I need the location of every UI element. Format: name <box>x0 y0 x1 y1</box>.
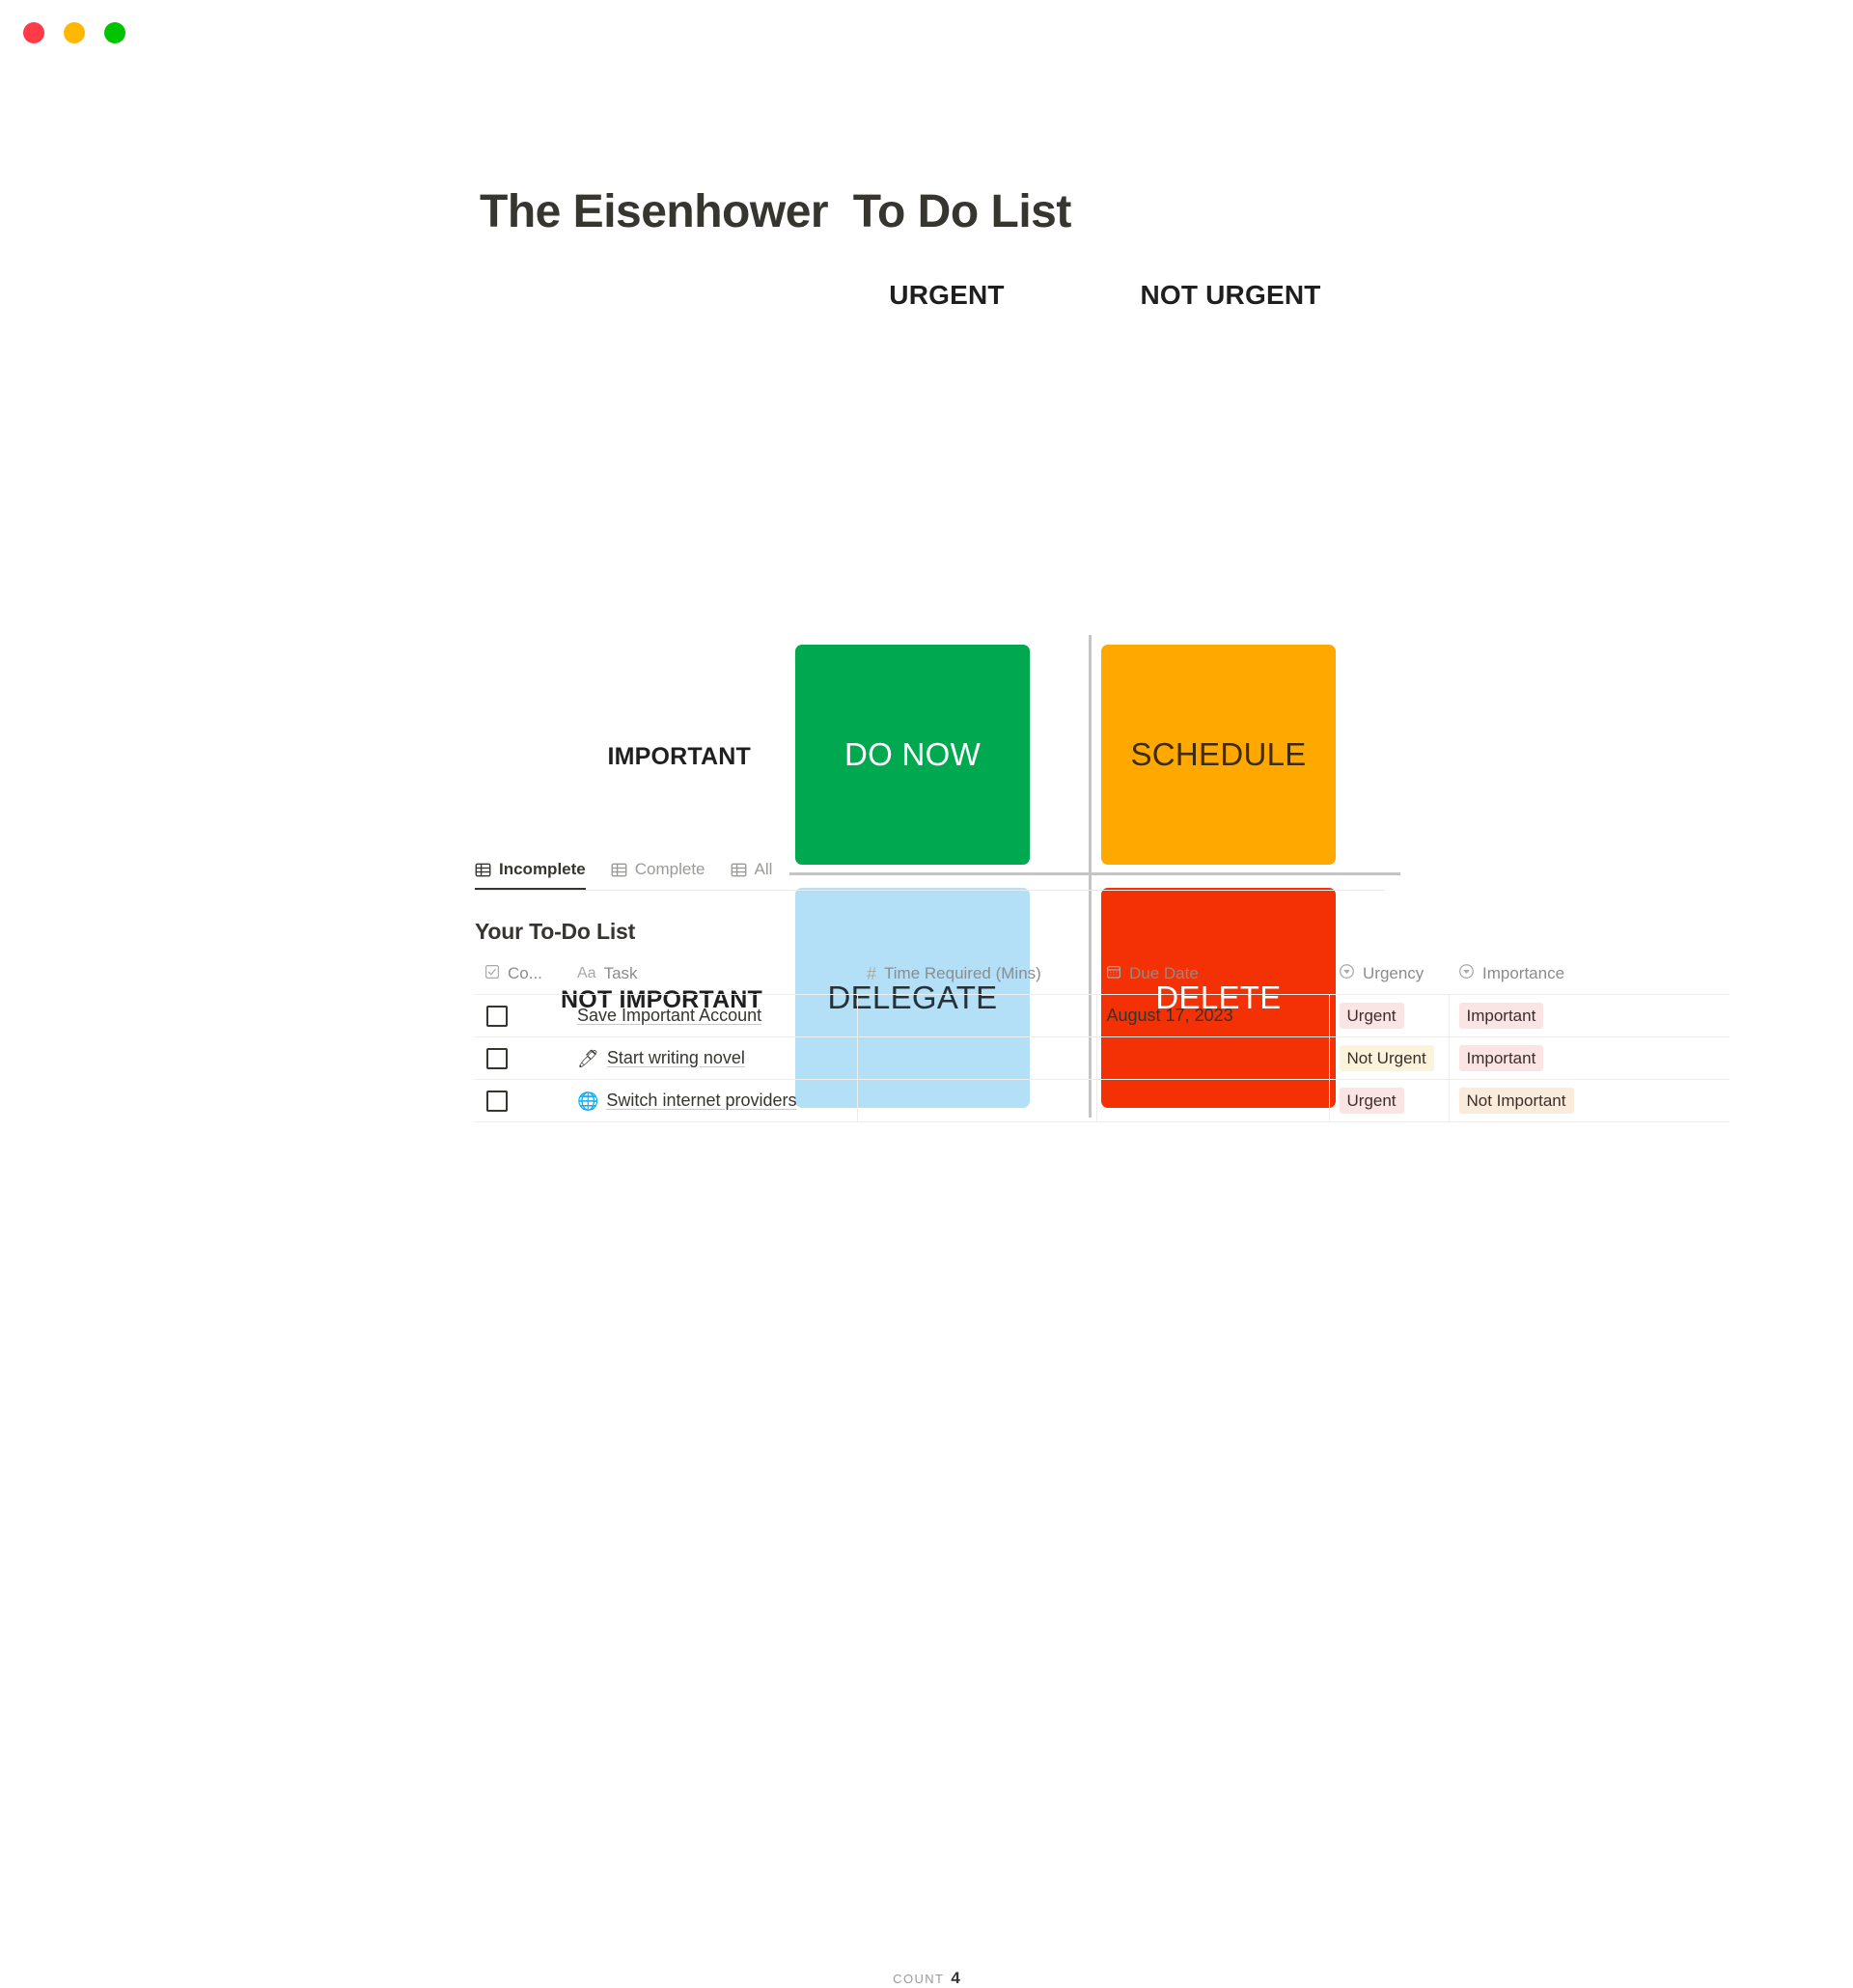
matrix-row-header-important: IMPORTANT <box>607 743 751 770</box>
table-row[interactable]: 🌐 Switch internet providers Urgent Not Impo… <box>475 1079 1729 1122</box>
cell-importance[interactable]: Important <box>1449 994 1729 1037</box>
status-badge: Important <box>1458 1044 1544 1072</box>
quadrant-schedule[interactable]: SCHEDULE <box>1101 645 1336 865</box>
cell-time-required[interactable] <box>857 1079 1097 1122</box>
column-header-due-date[interactable]: Due Date <box>1096 957 1329 995</box>
app-page: The Eisenhower To Do List URGENT NOT URG… <box>0 0 1853 1987</box>
maximize-window-button[interactable] <box>104 22 125 43</box>
window-controls <box>23 22 125 43</box>
table-icon <box>611 862 627 878</box>
tab-all[interactable]: All <box>731 860 773 890</box>
cell-due-date[interactable] <box>1096 1079 1330 1122</box>
status-badge: Important <box>1458 1002 1544 1030</box>
status-badge: Urgent <box>1339 1087 1404 1115</box>
page-title: The Eisenhower To Do List <box>480 186 1071 237</box>
task-title-link[interactable]: Switch internet providers <box>606 1091 796 1111</box>
task-emoji-icon: 🖊 <box>577 1048 599 1068</box>
column-header-label: Co... <box>508 964 542 982</box>
matrix-column-header-not-urgent: NOT URGENT <box>1140 280 1321 310</box>
table-row[interactable]: 🖊 Start writing novel Not Urgent Important <box>475 1036 1729 1080</box>
window-titlebar <box>0 0 1853 68</box>
checkbox-icon <box>484 964 500 984</box>
text-aa-icon: Aa <box>577 965 596 981</box>
status-badge: Not Urgent <box>1339 1044 1434 1072</box>
viewport-bottom-mask <box>0 1952 1853 1966</box>
tab-label: All <box>754 860 773 878</box>
tab-complete[interactable]: Complete <box>611 860 705 890</box>
quadrant-do-now[interactable]: DO NOW <box>795 645 1030 865</box>
cell-urgency[interactable]: Urgent <box>1329 1079 1450 1122</box>
table-row[interactable]: Save Important Account August 17, 2023 Urg… <box>475 994 1729 1037</box>
minimize-window-button[interactable] <box>64 22 85 43</box>
task-checkbox[interactable] <box>486 1090 508 1112</box>
database-title: Your To-Do List <box>475 919 636 944</box>
task-title-link[interactable]: Start writing novel <box>607 1048 745 1068</box>
table-header-row: Co... Aa Task # Time Required (Mins) Due… <box>475 957 1729 995</box>
cell-time-required[interactable] <box>857 1036 1097 1080</box>
column-header-label: Task <box>603 964 638 982</box>
column-header-time-required[interactable]: # Time Required (Mins) <box>857 957 1096 995</box>
cell-task: Save Important Account <box>567 994 858 1037</box>
task-emoji-icon: 🌐 <box>577 1091 599 1111</box>
task-title-link[interactable]: Save Important Account <box>577 1006 761 1026</box>
column-header-label: Due Date <box>1129 964 1199 982</box>
tab-incomplete[interactable]: Incomplete <box>475 860 586 890</box>
table-icon <box>731 862 747 878</box>
task-checkbox[interactable] <box>486 1047 508 1069</box>
select-circle-chevron-icon <box>1339 963 1355 984</box>
column-header-label: Urgency <box>1363 964 1424 982</box>
number-hash-icon: # <box>867 964 877 983</box>
status-badge: Urgent <box>1339 1002 1404 1030</box>
tabs-divider <box>475 890 1385 891</box>
cell-complete <box>475 1036 567 1080</box>
matrix-column-header-urgent: URGENT <box>889 280 1005 310</box>
count-value: 4 <box>951 1969 960 1987</box>
column-header-label: Time Required (Mins) <box>884 964 1041 982</box>
table-icon <box>475 862 491 878</box>
column-header-urgency[interactable]: Urgency <box>1329 957 1449 995</box>
cell-importance[interactable]: Important <box>1449 1036 1729 1080</box>
cell-task: 🖊 Start writing novel <box>567 1036 858 1080</box>
tab-label: Complete <box>634 860 705 878</box>
cell-task: 🌐 Switch internet providers <box>567 1079 858 1122</box>
task-checkbox[interactable] <box>486 1005 508 1027</box>
cell-due-date[interactable] <box>1096 1036 1330 1080</box>
view-tabs: Incomplete Complete All <box>475 849 772 890</box>
table-footer: Count 4 <box>0 1969 1853 1988</box>
select-circle-chevron-icon <box>1458 963 1475 984</box>
cell-due-date[interactable]: August 17, 2023 <box>1096 994 1330 1037</box>
eisenhower-matrix: URGENT NOT URGENT IMPORTANT NOT IMPORTAN… <box>0 280 1853 1118</box>
tab-label: Incomplete <box>499 860 586 878</box>
count-label: Count <box>893 1972 945 1986</box>
column-header-complete[interactable]: Co... <box>475 957 567 995</box>
cell-urgency[interactable]: Not Urgent <box>1329 1036 1450 1080</box>
cell-importance[interactable]: Not Important <box>1449 1079 1729 1122</box>
column-header-label: Importance <box>1482 964 1565 982</box>
calendar-icon <box>1106 964 1121 984</box>
cell-complete <box>475 994 567 1037</box>
column-header-task[interactable]: Aa Task <box>567 957 857 995</box>
close-window-button[interactable] <box>23 22 44 43</box>
cell-time-required[interactable] <box>857 994 1097 1037</box>
cell-urgency[interactable]: Urgent <box>1329 994 1450 1037</box>
todo-table: Co... Aa Task # Time Required (Mins) Due… <box>475 957 1729 1122</box>
column-header-importance[interactable]: Importance <box>1449 957 1729 995</box>
cell-complete <box>475 1079 567 1122</box>
status-badge: Not Important <box>1458 1087 1574 1115</box>
matrix-horizontal-divider <box>789 872 1400 875</box>
